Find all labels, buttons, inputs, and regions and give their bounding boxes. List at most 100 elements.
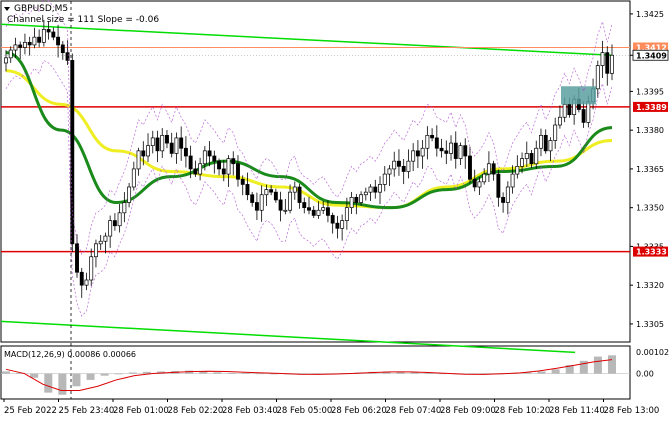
candle-body bbox=[122, 202, 127, 214]
candle-body bbox=[510, 173, 515, 188]
macd-hist-bar bbox=[72, 373, 81, 387]
candle-body bbox=[32, 36, 37, 46]
candle-body bbox=[155, 137, 160, 152]
candle-body bbox=[302, 202, 307, 209]
macd-label: MACD(12,26,9) 0.00086 0.00066 bbox=[4, 350, 136, 359]
candle-body bbox=[539, 134, 543, 149]
macd-hist-bar bbox=[128, 372, 137, 374]
candle-body bbox=[501, 196, 506, 203]
candle-body bbox=[231, 158, 236, 165]
candle-body bbox=[340, 220, 345, 229]
candle-body bbox=[183, 147, 188, 157]
candle-body bbox=[254, 202, 259, 211]
candle-body bbox=[600, 52, 605, 66]
candle-body bbox=[188, 155, 193, 170]
candle-body bbox=[420, 147, 425, 157]
level-tag-label: 1.3389 bbox=[636, 103, 667, 112]
macd-hist-bar bbox=[2, 371, 10, 374]
macd-hist-bar bbox=[213, 372, 222, 374]
candle-body bbox=[8, 49, 13, 59]
candle-body bbox=[193, 168, 198, 175]
candle-body bbox=[250, 194, 255, 203]
candle-body bbox=[278, 199, 283, 211]
candle-body bbox=[98, 240, 103, 245]
candle-body bbox=[207, 150, 212, 157]
candle-body bbox=[297, 186, 302, 203]
candle-body bbox=[103, 235, 108, 242]
candle-body bbox=[520, 158, 524, 167]
price-tick-label: 1.3350 bbox=[636, 204, 664, 213]
candle-body bbox=[316, 209, 321, 216]
candle-body bbox=[548, 140, 553, 152]
candle-body bbox=[198, 163, 203, 175]
price-axis: 1.3425 1.3409 1.3395 1.3380 1.3365 1.3350 1.33… bbox=[630, 10, 669, 329]
candle-body bbox=[94, 243, 98, 258]
time-tick-label: 28 Feb 05:00 bbox=[277, 406, 333, 416]
candle-body bbox=[605, 52, 610, 74]
time-tick-label: 28 Feb 11:40 bbox=[549, 406, 605, 416]
candle-body bbox=[212, 155, 217, 162]
candle-body bbox=[430, 134, 435, 139]
chart-root: 1.3425 1.3409 1.3395 1.3380 1.3365 1.3350 1.33… bbox=[0, 0, 670, 419]
candle-body bbox=[146, 145, 150, 157]
candle-body bbox=[491, 163, 496, 175]
candle-body bbox=[529, 153, 534, 165]
price-tick-label: 1.3305 bbox=[636, 320, 664, 329]
candle-body bbox=[89, 256, 94, 281]
candle-body bbox=[463, 145, 468, 157]
candle-body bbox=[515, 165, 520, 175]
candle-body bbox=[4, 57, 8, 64]
time-tick-label: 28 Feb 03:40 bbox=[222, 406, 278, 416]
candle-body bbox=[453, 142, 458, 159]
candle-body bbox=[382, 173, 387, 185]
candle-body bbox=[46, 29, 51, 33]
candle-body bbox=[524, 153, 529, 159]
candle-body bbox=[75, 243, 79, 273]
candle-body bbox=[392, 160, 397, 170]
candle-body bbox=[449, 142, 453, 154]
candle-body bbox=[174, 137, 179, 154]
time-tick-label: 28 Feb 02:20 bbox=[168, 406, 224, 416]
candle-body bbox=[368, 186, 373, 193]
candle-body bbox=[117, 212, 122, 227]
candle-body bbox=[259, 194, 264, 211]
candle-body bbox=[27, 41, 32, 46]
candle-body bbox=[165, 134, 169, 144]
candle-body bbox=[325, 207, 330, 216]
candle-body bbox=[264, 189, 269, 196]
macd-hist-bar bbox=[227, 372, 236, 374]
candle-body bbox=[387, 168, 392, 175]
candle-body bbox=[169, 142, 174, 154]
candle-body bbox=[202, 150, 207, 165]
candle-body bbox=[557, 116, 562, 126]
candle-body bbox=[13, 44, 18, 51]
candle-body bbox=[496, 173, 501, 198]
macd-hist-bar bbox=[58, 373, 67, 395]
level-tag-label: 1.3333 bbox=[636, 248, 667, 257]
candle-body bbox=[56, 36, 61, 46]
candle-body bbox=[221, 168, 226, 175]
candle-body bbox=[273, 191, 278, 201]
price-chart[interactable]: 1.3425 1.3409 1.3395 1.3380 1.3365 1.3350 1.33… bbox=[0, 0, 670, 419]
time-tick-label: 28 Feb 13:00 bbox=[604, 406, 660, 416]
candle-body bbox=[84, 279, 89, 286]
candle-body bbox=[581, 109, 586, 123]
candle-body bbox=[415, 150, 420, 157]
candle-body bbox=[363, 191, 368, 196]
candle-body bbox=[283, 209, 288, 212]
candle-body bbox=[505, 186, 510, 203]
candle-body bbox=[307, 207, 311, 211]
time-tick-label: 28 Feb 09:00 bbox=[440, 406, 496, 416]
macd-hist-bar bbox=[593, 356, 602, 374]
time-tick-label: 25 Feb 2022 bbox=[4, 406, 57, 416]
candle-body bbox=[534, 147, 539, 165]
macd-tick-label: 0.00 bbox=[636, 370, 654, 379]
symbol-label: GBPUSD,M5 bbox=[14, 4, 68, 14]
candle-body bbox=[18, 44, 23, 48]
candle-body bbox=[41, 29, 46, 43]
macd-hist-bar bbox=[241, 373, 250, 374]
candle-body bbox=[240, 178, 245, 185]
price-tick-label: 1.3395 bbox=[636, 87, 664, 96]
candle-body bbox=[406, 160, 411, 172]
candle-body bbox=[245, 184, 250, 196]
